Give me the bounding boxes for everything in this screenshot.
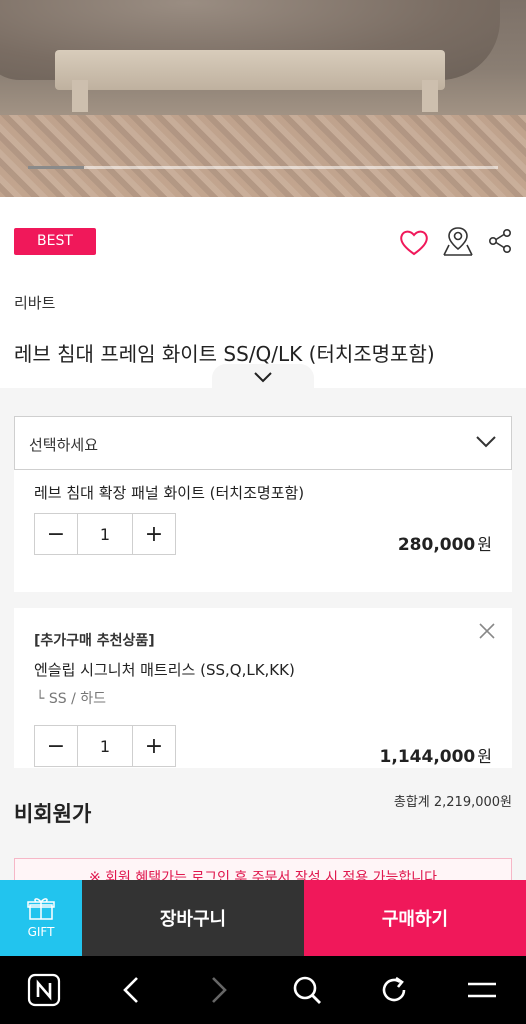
product-title: 레브 침대 프레임 화이트 SS/Q/LK (터치조명포함) — [14, 342, 435, 366]
search-icon[interactable] — [277, 960, 337, 1020]
carousel-progress — [28, 166, 498, 169]
map-pin-icon[interactable] — [440, 224, 476, 258]
gift-label: GIFT — [27, 925, 55, 939]
quantity-stepper: − 1 + — [34, 513, 176, 555]
recommended-item-option: └ SS / 하드 — [36, 691, 107, 707]
recommended-item-name: 엔슬립 시그니처 매트리스 (SS,Q,LK,KK) — [34, 661, 295, 679]
chevron-down-icon — [476, 436, 496, 448]
add-to-cart-button[interactable]: 장바구니 — [82, 880, 304, 956]
brand-name[interactable]: 리바트 — [14, 292, 55, 313]
gift-icon — [27, 898, 55, 920]
total-price: 총합계 2,219,000원 — [393, 795, 512, 810]
item-price: 1,144,000 원 — [379, 747, 492, 767]
menu-icon[interactable] — [452, 960, 512, 1020]
option-select[interactable]: 선택하세요 — [14, 416, 512, 470]
increase-button[interactable]: + — [133, 726, 175, 766]
share-icon[interactable] — [486, 226, 514, 256]
heart-icon[interactable] — [398, 226, 430, 258]
naver-home-icon[interactable] — [14, 960, 74, 1020]
purchase-bar: GIFT 장바구니 구매하기 — [0, 880, 526, 956]
option-select-label: 선택하세요 — [29, 436, 99, 454]
quantity-value[interactable]: 1 — [77, 514, 133, 554]
chevron-down-icon — [254, 372, 272, 383]
selected-item-card: 레브 침대 확장 패널 화이트 (터치조명포함) − 1 + 280,000 원 — [14, 470, 512, 592]
bed-leg — [422, 80, 438, 112]
bed-frame-image — [55, 50, 445, 90]
refresh-icon[interactable] — [364, 960, 424, 1020]
recommended-item-card: [추가구매 추천상품] 엔슬립 시그니처 매트리스 (SS,Q,LK,KK) └… — [14, 608, 512, 768]
quantity-value[interactable]: 1 — [77, 726, 133, 766]
buy-now-button[interactable]: 구매하기 — [304, 880, 526, 956]
browser-nav-bar — [0, 956, 526, 1024]
carousel-progress-fill — [28, 166, 85, 169]
decrease-button[interactable]: − — [35, 726, 77, 766]
bed-leg — [72, 80, 88, 112]
selected-item-name: 레브 침대 확장 패널 화이트 (터치조명포함) — [34, 484, 305, 502]
decrease-button[interactable]: − — [35, 514, 77, 554]
guest-price-label: 비회원가 — [14, 802, 92, 826]
forward-icon[interactable] — [189, 960, 249, 1020]
best-badge: BEST — [14, 228, 96, 255]
back-icon[interactable] — [101, 960, 161, 1020]
rug-image — [0, 115, 526, 197]
close-icon[interactable] — [476, 620, 498, 642]
item-price: 280,000 원 — [397, 535, 492, 555]
quantity-stepper: − 1 + — [34, 725, 176, 767]
increase-button[interactable]: + — [133, 514, 175, 554]
product-image-carousel[interactable] — [0, 0, 526, 197]
gift-button[interactable]: GIFT — [0, 880, 82, 956]
recommended-tag: [추가구매 추천상품] — [34, 633, 155, 649]
sheet-collapse-handle[interactable] — [212, 364, 314, 392]
